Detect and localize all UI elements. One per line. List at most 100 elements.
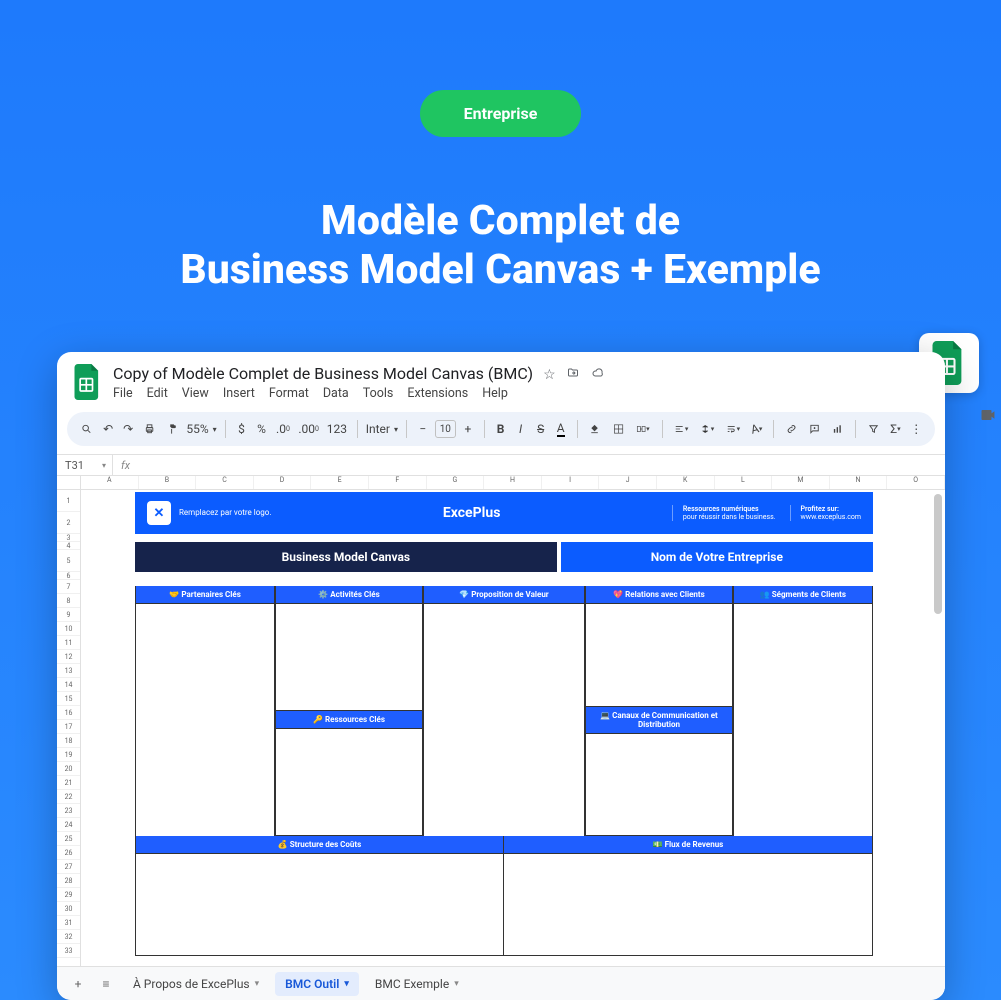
tab-about[interactable]: À Propos de ExcePlus▾ [123,972,269,996]
col-header[interactable]: O [887,476,945,489]
fx-label: fx [113,459,138,472]
redo-icon[interactable]: ↷ [120,419,136,439]
print-icon[interactable] [140,419,159,439]
paint-format-icon[interactable] [163,419,182,439]
tagline-1-title: Ressources numériques [683,505,776,513]
increase-font-icon[interactable]: + [460,419,476,439]
bmc-value-header: 💎 Proposition de Valeur [424,586,584,604]
menu-extensions[interactable]: Extensions [407,386,468,401]
brand-name: ExcePlus [271,505,671,521]
menu-tools[interactable]: Tools [363,386,394,401]
fill-color-icon[interactable] [585,419,604,439]
col-header[interactable]: M [772,476,830,489]
undo-icon[interactable]: ↶ [100,419,116,439]
decrease-font-icon[interactable]: − [415,419,431,439]
borders-icon[interactable] [609,419,628,439]
col-header[interactable]: I [542,476,600,489]
text-wrap-icon[interactable]: ▾ [722,419,744,439]
col-header[interactable]: B [139,476,197,489]
decrease-decimal-icon[interactable]: .00 [273,419,292,439]
col-header[interactable]: A [81,476,139,489]
functions-icon[interactable]: Σ▾ [887,419,903,439]
increase-decimal-icon[interactable]: .000 [296,419,320,439]
google-sheets-logo-icon[interactable] [71,360,105,404]
comment-icon[interactable] [805,419,824,439]
name-box[interactable]: T31▾ [57,455,113,475]
horizontal-align-icon[interactable]: ▾ [670,419,692,439]
percent-button[interactable]: % [253,419,269,439]
subhead-company: Nom de Votre Entreprise [561,542,873,572]
bmc-segments-header: 👥 Ségments de Clients [734,586,872,604]
col-header[interactable]: H [484,476,542,489]
bmc-relations-header: 💖 Relations avec Clients [586,586,732,604]
merge-cells-icon[interactable]: ▾ [632,419,654,439]
col-header[interactable]: G [427,476,485,489]
cloud-status-icon[interactable] [590,367,606,383]
document-title[interactable]: Copy of Modèle Complet de Business Model… [113,364,533,383]
col-header[interactable]: L [715,476,773,489]
link-icon[interactable] [782,419,801,439]
google-sheets-window: Copy of Modèle Complet de Business Model… [57,352,945,1000]
currency-button[interactable]: $ [233,419,249,439]
font-family-dropdown[interactable]: Inter▾ [366,422,398,436]
logo-hint-text: Remplacez par votre logo. [179,509,271,518]
all-sheets-button[interactable]: ≡ [95,977,117,991]
bmc-partners-body[interactable] [136,604,274,838]
menu-view[interactable]: View [182,386,209,401]
col-header[interactable]: F [369,476,427,489]
toolbar: ↶ ↷ 55%▾ $ % .00 .000 123 Inter▾ − 10 + … [67,412,935,446]
bmc-relations-body[interactable] [586,604,732,707]
bmc-revenue-body[interactable] [504,854,872,957]
col-header[interactable]: E [311,476,369,489]
more-formats-button[interactable]: 123 [325,419,349,439]
bmc-channels-body[interactable] [586,734,732,837]
star-icon[interactable]: ☆ [543,367,556,383]
toolbar-more-icon[interactable]: ⋮ [908,419,926,439]
spreadsheet-grid[interactable]: ✕ Remplacez par votre logo. ExcePlus Res… [81,490,945,996]
tagline-1-sub: pour réussir dans le business. [683,513,776,521]
text-color-button[interactable]: A [553,418,569,440]
bmc-costs-header: 💰 Structure des Coûts [136,836,503,854]
move-folder-icon[interactable] [566,367,580,383]
bmc-resources-body[interactable] [276,729,422,836]
col-header[interactable]: D [254,476,312,489]
bmc-costs-body[interactable] [136,854,503,957]
search-menu-icon[interactable] [77,419,96,439]
hero-title: Modèle Complet de Business Model Canvas … [0,197,1001,295]
vertical-scrollbar[interactable] [933,490,943,994]
menu-help[interactable]: Help [482,386,508,401]
category-pill: Entreprise [420,90,582,137]
bmc-revenue-header: 💵 Flux de Revenus [504,836,872,854]
bold-button[interactable]: B [493,419,509,439]
vertical-align-icon[interactable]: ▾ [696,419,718,439]
italic-button[interactable]: I [513,419,529,439]
row-headers[interactable]: 1234567891011121314151617181920212223242… [57,490,81,996]
bmc-activities-body[interactable] [276,604,422,711]
font-size-input[interactable]: 10 [435,420,456,438]
hero-title-line1: Modèle Complet de [0,197,1001,246]
bmc-segments-body[interactable] [734,604,872,838]
tab-bmc-exemple[interactable]: BMC Exemple▾ [365,972,469,996]
bmc-value-body[interactable] [424,604,584,838]
col-header[interactable]: J [599,476,657,489]
tab-bmc-outil[interactable]: BMC Outil▾ [275,972,359,996]
menu-format[interactable]: Format [269,386,309,401]
zoom-dropdown[interactable]: 55%▾ [186,422,216,436]
filter-icon[interactable] [864,419,883,439]
brand-logo-placeholder-icon: ✕ [147,501,171,525]
bmc-resources-header: 🔑 Ressources Clés [276,711,422,729]
col-header[interactable]: C [196,476,254,489]
menu-data[interactable]: Data [323,386,349,401]
tagline-2-title: Profitez sur: [801,505,861,513]
menu-file[interactable]: File [113,386,133,401]
menu-insert[interactable]: Insert [223,386,255,401]
text-rotation-icon[interactable]: A▾ [748,419,765,439]
add-sheet-button[interactable]: + [67,977,89,991]
menu-edit[interactable]: Edit [147,386,168,401]
insert-chart-icon[interactable] [828,419,847,439]
hero-title-line2: Business Model Canvas + Exemple [0,246,1001,295]
col-header[interactable]: N [830,476,888,489]
strikethrough-button[interactable]: S [533,419,549,439]
col-header[interactable]: K [657,476,715,489]
meet-camera-icon[interactable] [979,405,1001,429]
